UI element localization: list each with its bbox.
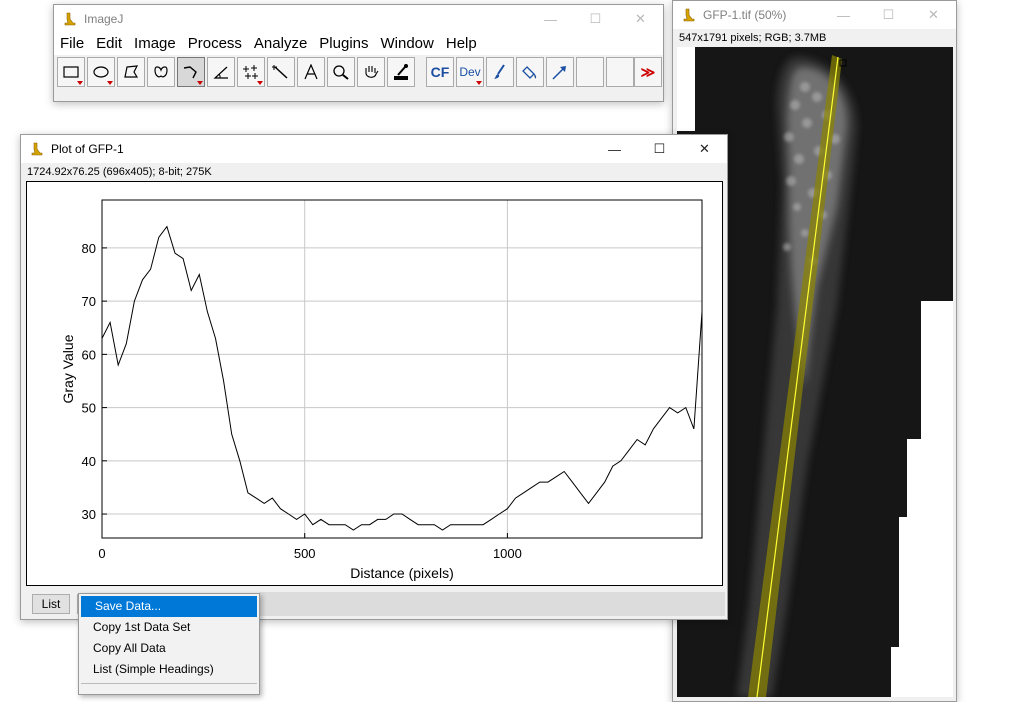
menu-help[interactable]: Help — [440, 33, 483, 55]
close-button[interactable]: ✕ — [911, 1, 956, 29]
plot-info: 1724.92x76.25 (696x405); 8-bit; 275K — [27, 166, 212, 178]
y-tick-label: 70 — [82, 294, 96, 309]
multipoint-tool-icon[interactable] — [237, 57, 265, 87]
minimize-button[interactable]: — — [821, 1, 866, 29]
dropper-tool-icon[interactable] — [387, 57, 415, 87]
imagej-menubar: File Edit Image Process Analyze Plugins … — [54, 33, 663, 55]
menu-image[interactable]: Image — [128, 33, 182, 55]
plot-window: Plot of GFP-1 — ☐ ✕ 1724.92x76.25 (696x4… — [20, 134, 728, 620]
menu-separator — [81, 683, 257, 684]
oval-tool-icon[interactable] — [87, 57, 115, 87]
y-axis-label: Gray Value — [60, 334, 76, 403]
cf-tool-icon[interactable]: CF — [426, 57, 454, 87]
arrow-tool-icon[interactable] — [546, 57, 574, 87]
magnifier-tool-icon[interactable] — [327, 57, 355, 87]
plot-status-strip — [259, 592, 725, 616]
minimize-button[interactable]: — — [528, 5, 573, 33]
y-tick-label: 30 — [82, 507, 96, 522]
cf-label: CF — [430, 64, 450, 80]
wand-tool-icon[interactable] — [267, 57, 295, 87]
menu-file[interactable]: File — [54, 33, 90, 55]
menu-process[interactable]: Process — [182, 33, 248, 55]
text-tool-icon[interactable] — [297, 57, 325, 87]
close-button[interactable]: ✕ — [618, 5, 663, 33]
dev-label: Dev — [459, 65, 481, 79]
image-titlebar[interactable]: GFP-1.tif (50%) — ☐ ✕ — [673, 1, 956, 29]
y-tick-label: 40 — [82, 454, 96, 469]
imagej-toolbar: CF Dev ≫ — [54, 55, 663, 89]
dev-tool-icon[interactable]: Dev — [456, 57, 484, 87]
x-tick-label: 1000 — [493, 546, 522, 561]
imagej-title: ImageJ — [84, 12, 124, 26]
menu-window[interactable]: Window — [375, 33, 440, 55]
menu-item-list-simple-headings[interactable]: List (Simple Headings) — [79, 659, 259, 680]
plot-title: Plot of GFP-1 — [51, 142, 124, 156]
image-info: 547x1791 pixels; RGB; 3.7MB — [679, 32, 827, 44]
y-tick-label: 50 — [82, 401, 96, 416]
more-tools-icon: ≫ — [640, 63, 656, 80]
x-axis-label: Distance (pixels) — [350, 565, 453, 581]
menu-item-copy-first-data-set[interactable]: Copy 1st Data Set — [79, 617, 259, 638]
maximize-button[interactable]: ☐ — [637, 135, 682, 163]
image-title: GFP-1.tif (50%) — [703, 8, 787, 22]
list-button[interactable]: List — [32, 594, 70, 614]
imagej-window: ImageJ — ☐ ✕ File Edit Image Process Ana… — [53, 4, 664, 102]
x-tick-label: 500 — [294, 546, 316, 561]
freehand-tool-icon[interactable] — [147, 57, 175, 87]
plot-titlebar[interactable]: Plot of GFP-1 — ☐ ✕ — [21, 135, 727, 163]
maximize-button[interactable]: ☐ — [573, 5, 618, 33]
more-tools-button[interactable]: ≫ — [634, 57, 662, 87]
plot-area-frame — [101, 199, 703, 539]
hand-tool-icon[interactable] — [357, 57, 385, 87]
empty-tool-slot-2[interactable] — [606, 57, 634, 87]
plot-frame: 0 500 1000 30 40 50 60 70 80 Distance (pixels) Gra… — [26, 181, 723, 586]
profile-line — [101, 225, 703, 531]
segmented-line-tool-icon[interactable] — [177, 57, 205, 87]
menu-item-save-data[interactable]: Save Data... — [81, 596, 257, 617]
x-tick-label: 0 — [98, 546, 105, 561]
angle-tool-icon[interactable] — [207, 57, 235, 87]
microscope-icon — [29, 141, 45, 157]
empty-tool-slot-1[interactable] — [576, 57, 604, 87]
microscope-icon — [681, 7, 697, 23]
y-tick-label: 80 — [82, 241, 96, 256]
polygon-tool-icon[interactable] — [117, 57, 145, 87]
imagej-titlebar[interactable]: ImageJ — ☐ ✕ — [54, 5, 663, 33]
menu-edit[interactable]: Edit — [90, 33, 128, 55]
menu-analyze[interactable]: Analyze — [248, 33, 313, 55]
minimize-button[interactable]: — — [592, 135, 637, 163]
y-tick-label: 60 — [82, 347, 96, 362]
microscope-icon — [62, 11, 78, 27]
data-context-menu: Save Data... Copy 1st Data Set Copy All … — [78, 593, 260, 695]
menu-item-copy-all-data[interactable]: Copy All Data — [79, 638, 259, 659]
close-button[interactable]: ✕ — [682, 135, 727, 163]
flood-fill-tool-icon[interactable] — [516, 57, 544, 87]
maximize-button[interactable]: ☐ — [866, 1, 911, 29]
menu-plugins[interactable]: Plugins — [313, 33, 374, 55]
brush-tool-icon[interactable] — [486, 57, 514, 87]
rectangle-tool-icon[interactable] — [57, 57, 85, 87]
profile-plot[interactable]: 0 500 1000 30 40 50 60 70 80 Distance (pixels) Gra… — [27, 182, 722, 585]
